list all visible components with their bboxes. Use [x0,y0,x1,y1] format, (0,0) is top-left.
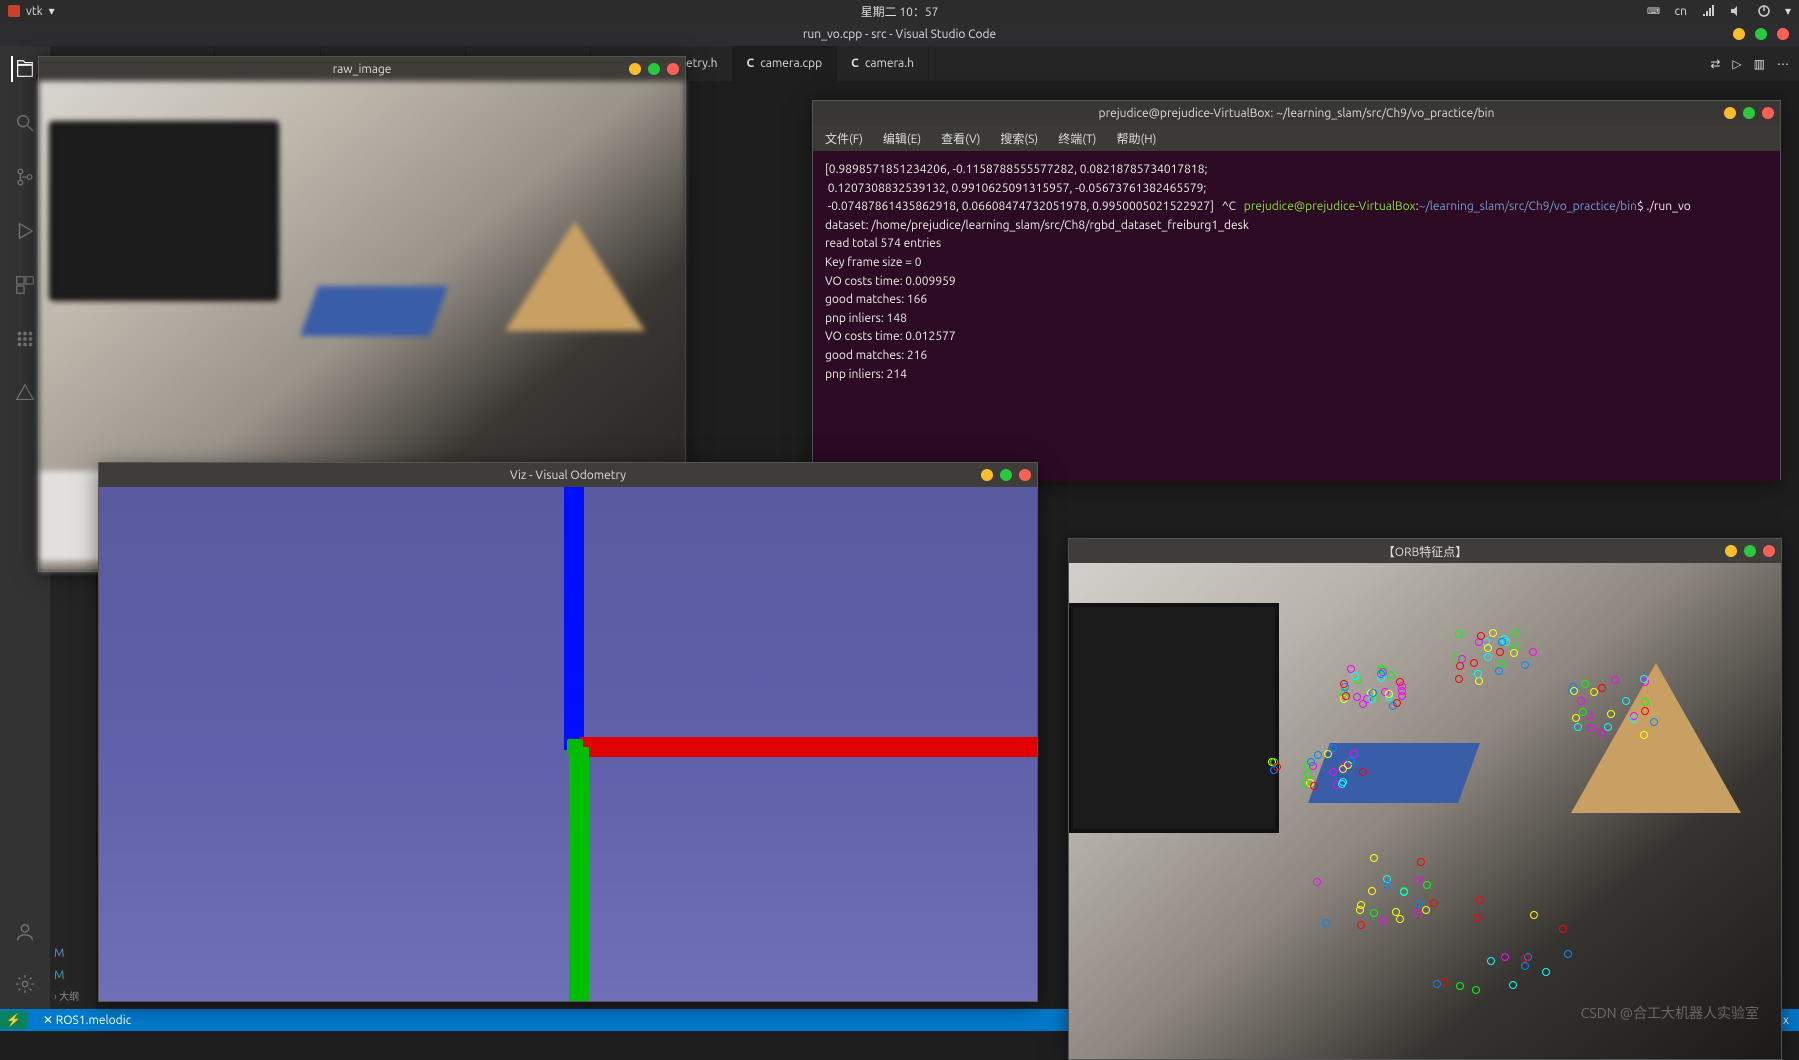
keypoints [1069,563,1781,1059]
maximize-button[interactable] [1000,469,1012,481]
vscode-titlebar: run_vo.cpp - src - Visual Studio Code [0,22,1799,46]
ctrl-c: ^C [1222,200,1236,213]
window-title: raw_image [333,63,392,76]
search-icon[interactable] [12,110,38,136]
file-item[interactable]: M [54,944,92,962]
extensions-icon[interactable] [12,272,38,298]
viz-window: Viz - Visual Odometry [98,462,1038,1002]
window-title: prejudice@prejudice-VirtualBox: ~/learni… [1099,107,1495,120]
outline-header[interactable]: › 大纲 [54,988,92,1003]
origin [567,739,583,755]
gear-icon[interactable] [12,971,38,997]
minimize-button[interactable] [981,469,993,481]
menu-file[interactable]: 文件(F) [825,130,863,147]
maximize-button[interactable] [1755,28,1767,40]
maximize-button[interactable] [1744,545,1756,557]
close-button[interactable] [1019,469,1031,481]
command: ./run_vo [1647,200,1691,213]
window-title: Viz - Visual Odometry [510,469,626,482]
prompt-user: prejudice@prejudice-VirtualBox [1244,200,1416,213]
vscode-title-text: run_vo.cpp - src - Visual Studio Code [803,28,996,41]
minimize-button[interactable] [629,63,641,75]
orb-window: 【ORB特征点】 [1068,538,1782,1060]
terminal-window: prejudice@prejudice-VirtualBox: ~/learni… [812,100,1781,480]
account-icon[interactable] [12,919,38,945]
clock[interactable]: 星期二 10：57 [861,3,939,20]
menu-terminal[interactable]: 终端(T) [1058,130,1096,147]
tab[interactable]: Ccamera.cpp [733,46,838,81]
power-icon[interactable] [1757,4,1771,18]
watermark: CSDN @合工大机器人实验室 [1581,1003,1759,1023]
menu-help[interactable]: 帮助(H) [1116,130,1156,147]
ros-status[interactable]: ✕ ROS1.melodic [43,1013,131,1027]
source-control-icon[interactable] [12,164,38,190]
dropdown-icon: ▾ [49,4,55,18]
input-lang[interactable]: cn [1675,5,1687,18]
close-button[interactable] [1763,545,1775,557]
ros-icon[interactable] [12,326,38,352]
maximize-button[interactable] [1743,107,1755,119]
volume-icon[interactable] [1729,4,1743,18]
explorer-icon[interactable] [11,56,37,82]
terminal-output: dataset: /home/prejudice/learning_slam/s… [825,219,1249,381]
remote-indicator[interactable]: ⚡ [0,1011,27,1029]
axis-z [564,487,584,750]
viz-canvas[interactable] [99,487,1037,1001]
cmake-icon[interactable] [12,380,38,406]
app-icon [8,5,20,17]
debug-icon[interactable] [12,218,38,244]
window-title: 【ORB特征点】 [1383,543,1467,560]
axis-y [569,747,589,1001]
menu-view[interactable]: 查看(V) [941,130,980,147]
menu-search[interactable]: 搜索(S) [1000,130,1038,147]
ubuntu-topbar: vtk ▾ 星期二 10：57 ⌨ cn ▾ [0,0,1799,22]
terminal-menu: 文件(F) 编辑(E) 查看(V) 搜索(S) 终端(T) 帮助(H) [813,125,1780,151]
prompt-path: ~/learning_slam/src/Ch9/vo_practice/bin [1419,200,1637,213]
network-icon[interactable] [1701,4,1715,18]
close-button[interactable] [1777,28,1789,40]
orb-canvas [1069,563,1781,1059]
keyboard-indicator[interactable]: ⌨ [1647,4,1661,18]
file-item[interactable]: M [54,966,92,984]
terminal-matrix: [0.9898571851234206, -0.1158788555577282… [825,163,1214,213]
axis-x [579,737,1037,757]
tab[interactable]: Ccamera.h [837,46,929,81]
minimize-button[interactable] [1725,545,1737,557]
terminal-body[interactable]: [0.9898571851234206, -0.1158788555577282… [813,151,1780,481]
minimize-button[interactable] [1724,107,1736,119]
close-button[interactable] [667,63,679,75]
menu-edit[interactable]: 编辑(E) [883,130,921,147]
more-icon[interactable]: ⋯ [1777,57,1789,71]
run-icon[interactable]: ▷ [1732,57,1741,71]
app-name[interactable]: vtk [26,5,43,18]
system-menu-icon[interactable]: ▾ [1785,4,1791,18]
maximize-button[interactable] [648,63,660,75]
close-button[interactable] [1762,107,1774,119]
compare-icon[interactable]: ⇄ [1710,57,1720,71]
split-icon[interactable]: ▥ [1754,57,1765,71]
minimize-button[interactable] [1733,28,1745,40]
